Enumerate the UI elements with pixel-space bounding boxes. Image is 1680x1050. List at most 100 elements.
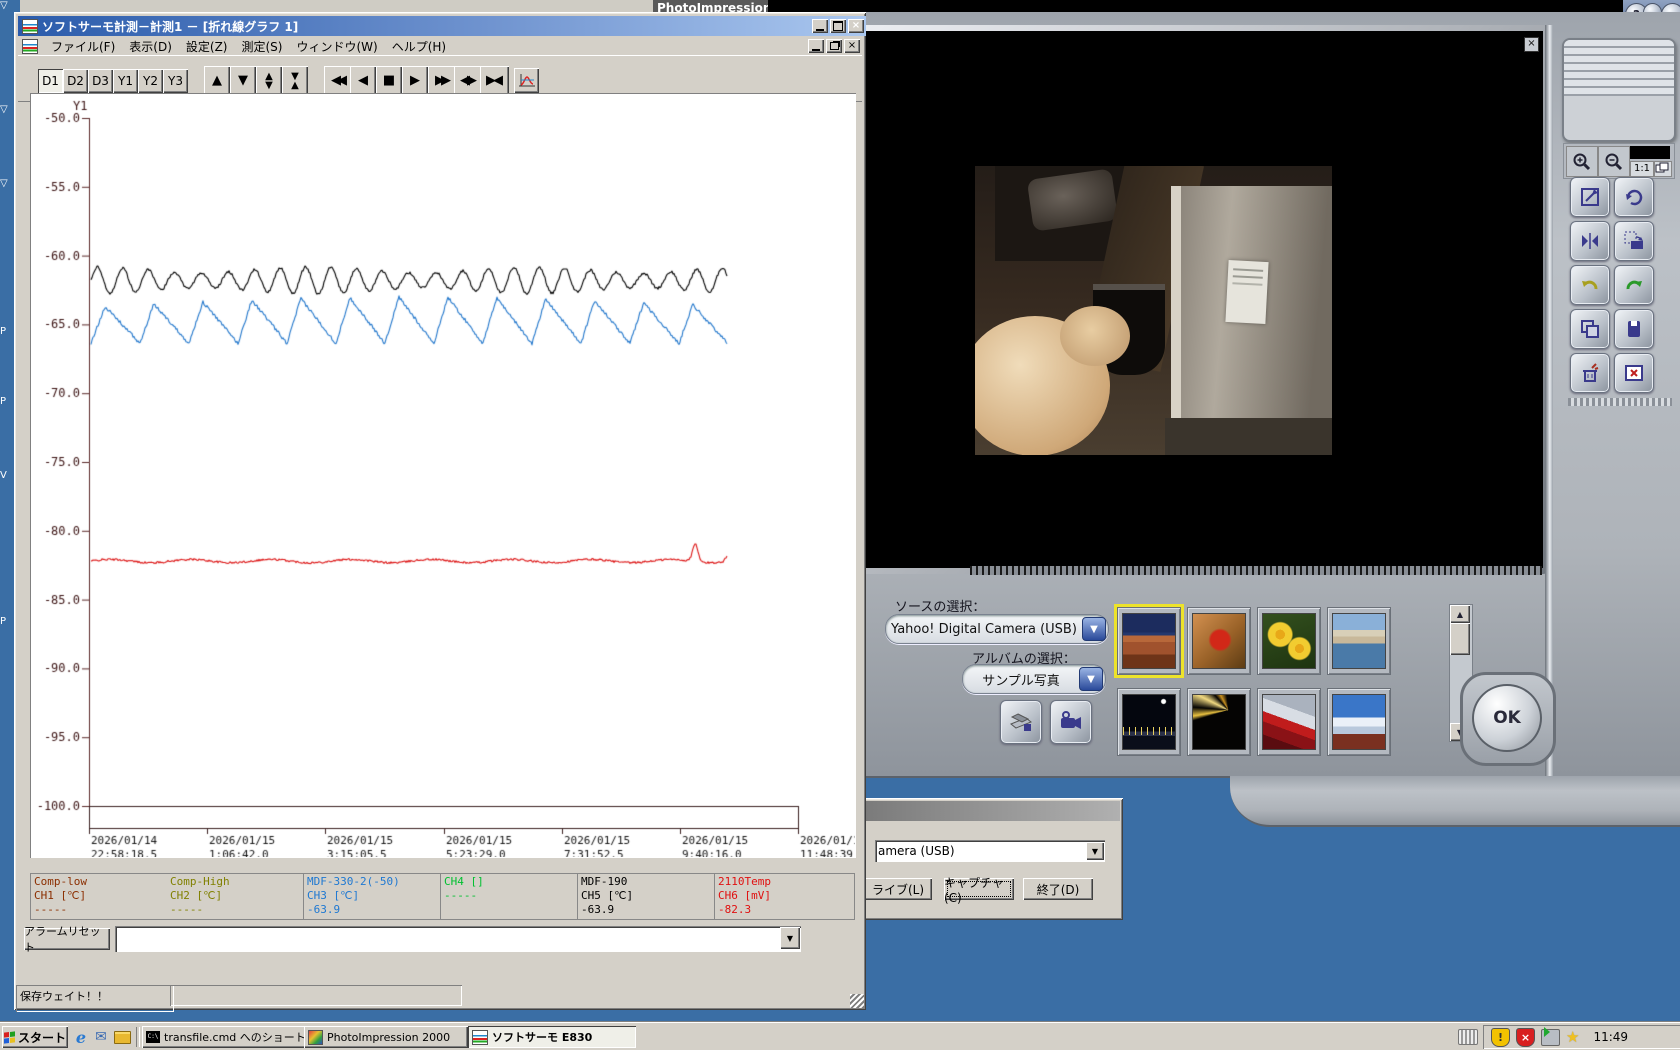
step-back-button[interactable]: ◀ — [350, 66, 376, 95]
toolbar-y2-button[interactable]: Y2 — [138, 69, 163, 93]
keyboard-ime-icon[interactable] — [1458, 1029, 1478, 1045]
tray-error-shield-icon[interactable]: × — [1516, 1028, 1535, 1047]
channel-value: ----- — [444, 889, 574, 903]
measurement-titlebar[interactable]: ソフトサーモ計測－計測1 － [折れ線グラフ 1] × — [18, 16, 866, 36]
save-icon — [1622, 317, 1646, 341]
menu-help[interactable]: ヘルプ(H) — [385, 37, 453, 56]
album-select-dropdown[interactable]: サンプル写真 ▼ — [962, 664, 1106, 694]
zoom-out-button[interactable] — [1598, 146, 1630, 177]
tray-remove-hardware-icon[interactable] — [1541, 1029, 1560, 1046]
capture-dialog-titlebar[interactable] — [861, 801, 1120, 821]
scroll-up-button[interactable]: ▲ — [204, 66, 230, 95]
stop-button[interactable]: ■ — [376, 66, 402, 95]
mdi-minimize-button[interactable] — [808, 39, 824, 53]
scroll-up-button[interactable]: ▲ — [1450, 605, 1470, 623]
expand-vertical-button[interactable]: ▲ ▼ — [256, 66, 282, 95]
resize-image-button[interactable] — [1570, 177, 1610, 217]
close-button[interactable]: × — [848, 19, 864, 33]
undo-button[interactable] — [1570, 265, 1610, 305]
task-softthermo[interactable]: ソフトサーモ E830 — [468, 1026, 636, 1048]
ok-button[interactable]: OK — [1472, 684, 1542, 752]
thumbnail-ship-bow-flag[interactable] — [1257, 688, 1321, 756]
desktop-icon-fragment[interactable]: P — [0, 396, 6, 407]
mdi-restore-button[interactable] — [826, 39, 842, 53]
desktop-icon-fragment[interactable]: P — [0, 616, 6, 627]
quicklaunch-ie-icon[interactable]: e — [72, 1028, 90, 1046]
source-dropdown-arrow-icon[interactable]: ▼ — [1082, 617, 1106, 641]
graph-mode-button[interactable] — [514, 68, 539, 93]
dismiss-preview-icon[interactable]: × — [1524, 37, 1539, 52]
rotate-image-button[interactable] — [1614, 177, 1654, 217]
desktop-icon-fragment[interactable]: ▽ — [0, 0, 8, 11]
thumbnail-image — [1332, 694, 1386, 750]
maximize-button[interactable] — [830, 19, 846, 33]
quicklaunch-desktop-icon[interactable] — [113, 1028, 131, 1046]
crop-rotate-button[interactable] — [1614, 221, 1654, 261]
menu-window[interactable]: ウィンドウ(W) — [289, 37, 384, 56]
tray-star-icon[interactable]: ★ — [1566, 1028, 1579, 1046]
album-dropdown-arrow-icon[interactable]: ▼ — [1079, 667, 1103, 691]
thumbnail-clouds-over-cliffs[interactable] — [1327, 688, 1391, 756]
zoom-in-button[interactable] — [1566, 146, 1598, 177]
channel-value: -63.9 — [581, 903, 711, 917]
zoom-ratio-button[interactable]: 1:1 — [1630, 161, 1654, 177]
copy-button[interactable] — [1570, 309, 1610, 349]
menu-file[interactable]: ファイル(F) — [44, 37, 122, 56]
start-button[interactable]: スタート — [2, 1026, 68, 1048]
cascade-icon — [1655, 162, 1669, 174]
toolbar-d3-button[interactable]: D3 — [88, 69, 113, 93]
exit-button[interactable]: 終了(D) — [1023, 878, 1093, 900]
thumbnail-harbor-town[interactable] — [1327, 607, 1391, 675]
mdi-child-icon — [22, 39, 38, 54]
desktop-icon-fragment[interactable]: ▽ — [0, 104, 8, 115]
toolbar-d1-button[interactable]: D1 — [38, 69, 63, 93]
source-select-dropdown[interactable]: Yahoo! Digital Camera (USB) ▼ — [885, 614, 1109, 644]
toolbar-d2-button[interactable]: D2 — [63, 69, 88, 93]
menu-settings[interactable]: 設定(Z) — [179, 37, 235, 56]
mdi-close-button[interactable]: × — [844, 39, 860, 53]
close-image-button[interactable] — [1614, 353, 1654, 393]
scroll-down-button[interactable]: ▼ — [230, 66, 256, 95]
alarm-combobox[interactable]: ▼ — [115, 926, 801, 952]
menu-measure[interactable]: 測定(S) — [234, 37, 289, 56]
toolbar-y3-button[interactable]: Y3 — [163, 69, 188, 93]
task-photoimpression[interactable]: PhotoImpression 2000 — [304, 1026, 468, 1048]
camera-acquire-button[interactable] — [1050, 700, 1092, 744]
minimize-button[interactable] — [812, 19, 828, 33]
compress-vertical-button[interactable]: ▼ ▲ — [282, 66, 308, 95]
system-tray: ! × ★ 11:49 — [1483, 1025, 1680, 1049]
channel-id: CH5 [℃] — [581, 889, 711, 903]
combo-dropdown-arrow-icon[interactable]: ▼ — [1086, 842, 1104, 860]
cascade-view-button[interactable] — [1654, 161, 1672, 177]
compress-horizontal-button[interactable]: ▶◀ — [480, 66, 509, 95]
toolbar-y1-button[interactable]: Y1 — [113, 69, 138, 93]
redo-button[interactable] — [1614, 265, 1654, 305]
task-transfile-cmd[interactable]: C:\ transfile.cmd へのショート... — [142, 1026, 307, 1048]
expand-horizontal-button[interactable]: ◀▶ — [454, 66, 483, 95]
step-forward-button[interactable]: ▶ — [402, 66, 428, 95]
combo-dropdown-arrow-icon[interactable]: ▼ — [780, 927, 800, 949]
thumbnail-gold-light-streaks[interactable] — [1187, 688, 1251, 756]
thumbnail-red-rock-spires[interactable] — [1117, 607, 1181, 675]
floor-shadow — [1165, 418, 1332, 455]
quicklaunch-mail-icon[interactable]: ✉ — [92, 1028, 110, 1046]
save-button[interactable] — [1614, 309, 1654, 349]
menu-view[interactable]: 表示(D) — [122, 37, 179, 56]
desktop-icon-fragment[interactable]: V — [0, 470, 7, 481]
camera-source-combobox[interactable]: amera (USB) ▼ — [875, 840, 1105, 862]
flip-horizontal-button[interactable] — [1570, 221, 1610, 261]
desktop-icon-fragment[interactable]: P — [0, 326, 6, 337]
tray-warning-shield-icon[interactable]: ! — [1491, 1028, 1510, 1047]
scanner-acquire-button[interactable] — [1000, 700, 1042, 744]
thumbnail-cardinal-bird[interactable] — [1187, 607, 1251, 675]
preview-scrub-strip[interactable] — [970, 566, 1542, 575]
alarm-reset-button[interactable]: アラームリセット — [24, 928, 110, 950]
live-button[interactable]: ライブ(L) — [864, 878, 932, 900]
delete-button[interactable] — [1570, 353, 1610, 393]
desktop-icon-fragment[interactable]: ▽ — [0, 178, 8, 189]
resize-grip[interactable] — [850, 994, 864, 1008]
capture-button[interactable]: キャプチャ(C) — [944, 878, 1014, 900]
scrollbar-thumb[interactable] — [1450, 623, 1470, 655]
thumbnail-yellow-flowers[interactable] — [1257, 607, 1321, 675]
thumbnail-night-skyline[interactable] — [1117, 688, 1181, 756]
